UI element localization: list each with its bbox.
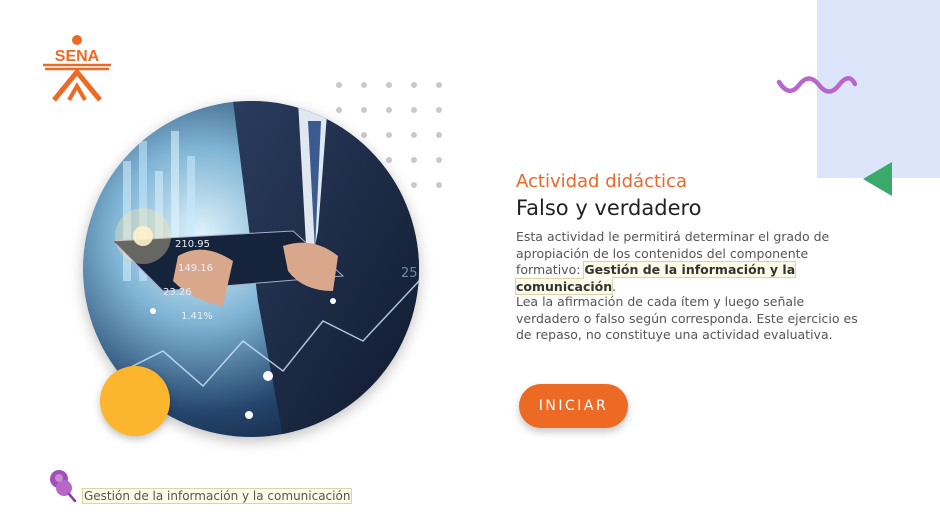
hero-label-1: 210.95: [175, 239, 210, 250]
grid-dot: [436, 182, 442, 188]
activity-instructions: Lea la afirmación de cada ítem y luego s…: [516, 294, 858, 342]
grid-dot: [361, 107, 367, 113]
description-end: .: [612, 278, 617, 294]
decorative-yellow-circle: [100, 366, 170, 436]
grid-dot: [411, 132, 417, 138]
grid-dot: [386, 82, 392, 88]
decorative-triangle: [863, 162, 892, 196]
grid-dot: [336, 107, 342, 113]
grid-dot: [386, 157, 392, 163]
grid-dot: [411, 82, 417, 88]
logo-text: SENA: [55, 48, 100, 65]
grid-dot: [411, 157, 417, 163]
grid-dot: [436, 132, 442, 138]
activity-kicker: Actividad didáctica: [516, 171, 687, 192]
grid-dot: [411, 107, 417, 113]
hero-label-3: 23.26: [163, 287, 192, 298]
sena-logo: SENA: [43, 35, 111, 102]
page-title: Falso y verdadero: [516, 196, 702, 220]
grid-dot: [336, 82, 342, 88]
grid-dot: [386, 132, 392, 138]
decorative-wave: [776, 76, 857, 94]
activity-description: Esta actividad le permitirá determinar e…: [514, 229, 861, 295]
grid-dot: [436, 107, 442, 113]
pushpin-icon: [50, 470, 77, 502]
hero-label-2: 149.16: [178, 263, 213, 274]
grid-dot: [386, 107, 392, 113]
start-button[interactable]: INICIAR: [519, 384, 628, 428]
grid-dot: [436, 157, 442, 163]
footer-label: Gestión de la información y la comunicac…: [82, 488, 353, 504]
grid-dot: [361, 82, 367, 88]
grid-dot: [411, 182, 417, 188]
hero-label-5: 25: [401, 266, 418, 281]
grid-dot: [361, 132, 367, 138]
grid-dot: [436, 82, 442, 88]
hero-label-4: 1.41%: [181, 311, 213, 322]
